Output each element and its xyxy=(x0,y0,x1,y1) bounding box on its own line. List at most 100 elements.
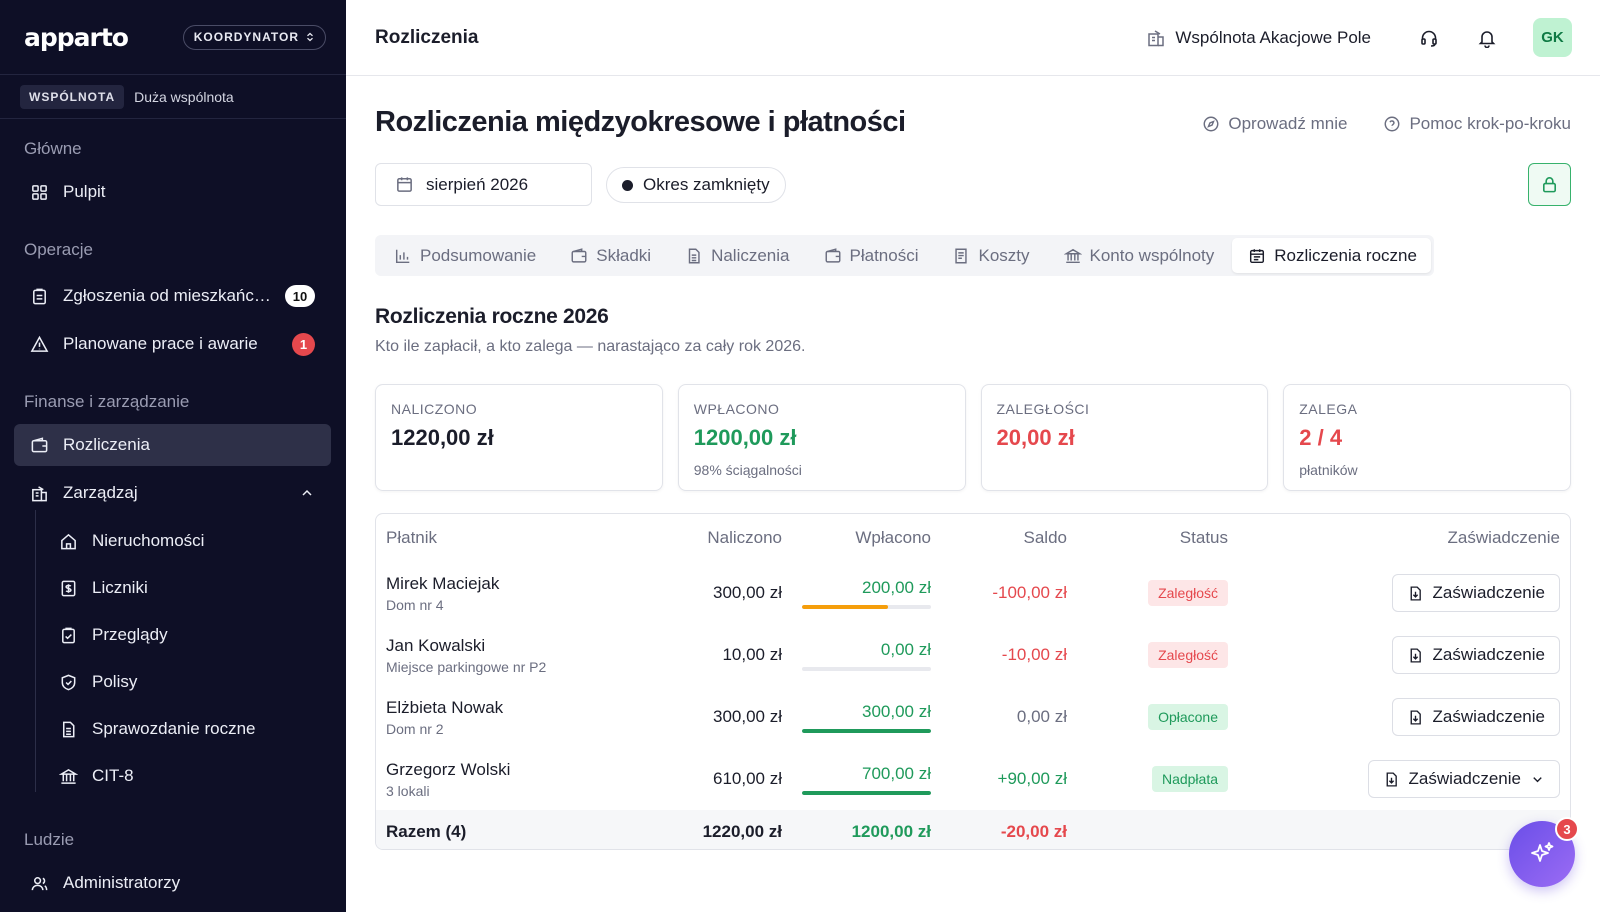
col-paid: Wpłacono xyxy=(855,528,931,547)
users-icon xyxy=(31,876,48,890)
section-main: Główne xyxy=(24,139,82,158)
document-icon xyxy=(62,721,75,737)
bank-icon xyxy=(59,768,78,784)
certificate-button[interactable]: Zaświadczenie xyxy=(1391,574,1560,612)
certificate-dropdown-button[interactable]: Zaświadczenie xyxy=(1367,760,1560,798)
tab-label: Składki xyxy=(596,245,652,265)
paid-progress-fill xyxy=(802,790,931,795)
sidebar-subitem-policies[interactable]: Polisy xyxy=(45,662,331,702)
paid-progress-fill xyxy=(802,728,931,733)
community-badge: WSPÓLNOTA xyxy=(20,84,125,109)
certificate-button[interactable]: Zaświadczenie xyxy=(1391,636,1560,674)
sidebar-item-manage[interactable]: Zarządzaj xyxy=(14,472,331,514)
saldo-cell: -100,00 zł xyxy=(992,583,1067,602)
role-switcher[interactable]: KOORDYNATOR xyxy=(182,24,326,50)
building-icon xyxy=(1148,29,1165,46)
grid-icon xyxy=(32,184,47,200)
tab-label: Konto wspólnoty xyxy=(1089,245,1215,265)
section-title: Rozliczenia roczne 2026 xyxy=(375,305,609,328)
sidebar-subitem-meters[interactable]: Liczniki xyxy=(45,568,331,608)
sidebar-subitem-annual-report[interactable]: Sprawozdanie roczne xyxy=(45,709,331,749)
tab-bar: Podsumowanie Składki Naliczenia Płatnośc… xyxy=(375,235,1434,276)
submenu-line xyxy=(35,510,36,792)
tab-summary[interactable]: Podsumowanie xyxy=(378,238,550,273)
card-note: płatników xyxy=(1299,462,1358,478)
chevron-down-icon xyxy=(1533,776,1542,782)
table-row: Elżbieta Nowak Dom nr 2 300,00 zł 300,00 … xyxy=(376,686,1570,748)
sidebar-subitem-inspections[interactable]: Przeglądy xyxy=(45,615,331,655)
support-button[interactable] xyxy=(1417,26,1441,50)
period-picker[interactable]: sierpień 2026 xyxy=(375,163,592,206)
chevron-up-icon[interactable] xyxy=(299,485,315,501)
card-paid: WPŁACONO 1200,00 zł 98% ściągalności xyxy=(677,384,966,491)
tab-payments[interactable]: Płatności xyxy=(808,238,933,273)
sidebar-subitem-cit8[interactable]: CIT-8 xyxy=(45,756,331,796)
status-badge: Opłacone xyxy=(1148,704,1228,730)
lock-period-button[interactable] xyxy=(1528,163,1571,206)
col-status: Status xyxy=(1179,528,1228,547)
reports-count-badge: 10 xyxy=(285,285,315,307)
col-payer: Płatnik xyxy=(386,528,438,547)
card-debtors: ZALEGA 2 / 4 płatników xyxy=(1283,384,1571,491)
shield-icon xyxy=(61,674,76,690)
section-finance: Finanse i zarządzanie xyxy=(24,392,190,411)
card-label: NALICZONO xyxy=(391,401,478,417)
chevron-up-down-icon xyxy=(307,32,313,42)
tab-contributions[interactable]: Składki xyxy=(554,238,665,273)
tab-label: Naliczenia xyxy=(711,245,790,265)
sidebar-item-admins[interactable]: Administratorzy xyxy=(14,862,331,904)
tab-label: Koszty xyxy=(978,245,1030,265)
tour-link[interactable]: Oprowadź mnie xyxy=(1202,114,1347,134)
sidebar-item-settlements[interactable]: Rozliczenia xyxy=(14,424,331,466)
card-charged: NALICZONO 1220,00 zł xyxy=(375,384,663,491)
community-switcher[interactable]: Wspólnota Akacjowe Pole xyxy=(1146,28,1371,48)
user-avatar[interactable]: GK xyxy=(1533,18,1572,57)
total-label: Razem (4) xyxy=(376,810,676,849)
total-paid: 1200,00 zł xyxy=(792,810,941,849)
clipboard-icon xyxy=(33,288,46,304)
tab-label: Rozliczenia roczne xyxy=(1274,245,1417,265)
bell-icon xyxy=(1478,30,1496,48)
section-people: Ludzie xyxy=(24,830,75,849)
tab-annual[interactable]: Rozliczenia roczne xyxy=(1232,238,1431,273)
saldo-cell: +90,00 zł xyxy=(997,769,1067,788)
sparkles-icon xyxy=(1531,842,1554,862)
certificate-button[interactable]: Zaświadczenie xyxy=(1391,698,1560,736)
certificate-label: Zaświadczenie xyxy=(1432,707,1545,726)
tab-costs[interactable]: Koszty xyxy=(936,238,1043,273)
payer-unit: Dom nr 4 xyxy=(386,596,444,613)
paid-progress-bar xyxy=(802,790,931,795)
community-row: WSPÓLNOTA Duża wspólnota xyxy=(0,75,346,119)
tab-account[interactable]: Konto wspólnoty xyxy=(1048,238,1229,273)
sidebar-item-dashboard[interactable]: Pulpit xyxy=(14,171,331,213)
col-certificate: Zaświadczenie xyxy=(1447,528,1560,547)
sidebar-item-planned[interactable]: Planowane prace i awarie 1 xyxy=(14,323,331,365)
file-download-icon xyxy=(1386,771,1397,787)
planned-count-badge: 1 xyxy=(292,332,315,356)
certificate-label: Zaświadczenie xyxy=(1408,769,1521,788)
lock-icon xyxy=(1542,177,1557,193)
sidebar-item-label: Planowane prace i awarie xyxy=(63,334,258,353)
payer-unit: Miejsce parkingowe nr P2 xyxy=(386,658,547,675)
notifications-button[interactable] xyxy=(1475,26,1499,50)
section-subtitle: Kto ile zapłacił, a kto zalega — narasta… xyxy=(375,338,806,355)
app-logo[interactable]: apparto xyxy=(24,23,129,52)
sidebar-subitem-properties[interactable]: Nieruchomości xyxy=(45,521,331,561)
sidebar-subitem-label: CIT-8 xyxy=(92,766,134,785)
section-operations: Operacje xyxy=(24,240,93,259)
sidebar-item-reports[interactable]: Zgłoszenia od mieszkańców 10 xyxy=(14,275,331,317)
paid-progress-bar xyxy=(802,666,931,671)
compass-icon xyxy=(1203,116,1219,132)
tab-charges[interactable]: Naliczenia xyxy=(669,238,803,273)
sidebar-subitem-label: Liczniki xyxy=(92,578,148,597)
sidebar-item-label: Zgłoszenia od mieszkańców xyxy=(63,286,271,305)
card-arrears: ZALEGŁOŚCI 20,00 zł xyxy=(980,384,1269,491)
calendar-icon xyxy=(397,177,412,192)
help-link[interactable]: Pomoc krok-po-kroku xyxy=(1383,114,1571,134)
bar-chart-icon xyxy=(395,249,410,263)
ai-assistant-button[interactable]: 3 xyxy=(1509,817,1579,887)
status-badge: Nadpłata xyxy=(1151,766,1228,792)
wallet-icon xyxy=(31,436,48,452)
table-total-row: Razem (4) 1220,00 zł 1200,00 zł -20,00 z… xyxy=(376,810,1570,849)
paid-value: 0,00 zł xyxy=(880,639,931,659)
